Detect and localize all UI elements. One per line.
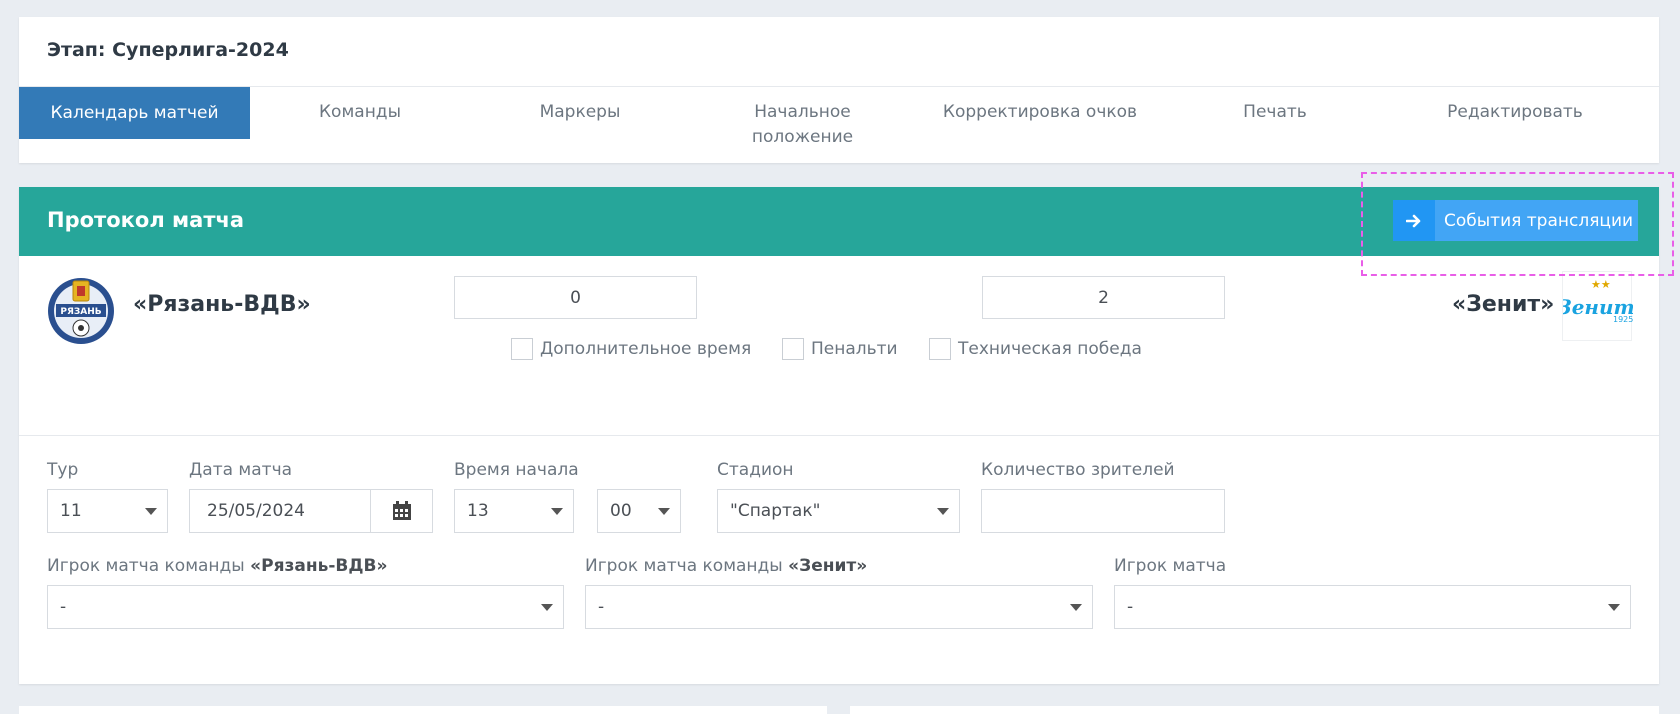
away-player-value: - [598,597,605,617]
minute-value: 00 [610,501,632,521]
divider [19,435,1659,436]
chevron-down-icon [145,508,157,515]
tab-markers[interactable]: Маркеры [470,100,690,125]
stage-tabs: Календарь матчей Команды Маркеры Начальн… [19,87,1659,163]
home-team-name: «Рязань-ВДВ» [133,292,311,317]
match-player-select[interactable]: - [1114,585,1631,629]
match-date-input[interactable] [189,489,371,533]
chevron-down-icon [551,508,563,515]
broadcast-events-button[interactable]: События трансляции [1393,200,1638,241]
round-value: 11 [60,501,82,521]
spectators-input[interactable] [981,489,1225,533]
hour-select[interactable]: 13 [454,489,574,533]
home-score-input[interactable] [454,276,697,319]
stage-title: Этап: Суперлига-2024 [47,39,289,61]
svg-text:★★: ★★ [1591,278,1611,291]
chevron-down-icon [1608,604,1620,611]
chevron-down-icon [937,508,949,515]
stage-card: Этап: Суперлига-2024 Календарь матчей Ко… [19,17,1659,163]
chevron-down-icon [1070,604,1082,611]
home-logo-text: РЯЗАНЬ [60,307,101,317]
tab-points-correction[interactable]: Корректировка очков [915,100,1165,125]
home-player-of-match-label: Игрок матча команды «Рязань-ВДВ» [47,556,388,576]
start-time-label: Время начала [454,460,579,480]
calendar-button[interactable] [370,489,433,533]
penalties-option[interactable]: Пенальти [782,338,898,360]
home-player-select[interactable]: - [47,585,564,629]
arrow-right-icon [1393,200,1435,241]
round-label: Тур [47,460,79,480]
technical-win-option[interactable]: Техническая победа [929,338,1142,360]
technical-win-checkbox[interactable] [929,338,951,360]
round-select[interactable]: 11 [47,489,168,533]
protocol-header: Протокол матча События трансляции [19,187,1659,256]
penalties-label: Пенальти [811,339,898,359]
tab-initial-position[interactable]: Начальное положение [690,100,915,150]
home-player-value: - [60,597,67,617]
calendar-icon [392,501,411,520]
stadium-select[interactable]: "Спартак" [717,489,960,533]
away-logo-year: 1925 [1613,315,1633,324]
bottom-card-left [19,706,827,714]
minute-select[interactable]: 00 [597,489,681,533]
extra-time-checkbox[interactable] [511,338,533,360]
away-player-select[interactable]: - [585,585,1093,629]
chevron-down-icon [658,508,670,515]
match-date-label: Дата матча [189,460,293,480]
technical-win-label: Техническая победа [958,339,1142,359]
away-team-name: «Зенит» [1452,292,1555,317]
spectators-label: Количество зрителей [981,460,1175,480]
match-protocol-card: Протокол матча События трансляции РЯЗАНЬ… [19,187,1659,684]
protocol-title: Протокол матча [47,208,245,232]
away-player-of-match-label: Игрок матча команды «Зенит» [585,556,868,576]
tab-print[interactable]: Печать [1165,100,1385,125]
away-score-input[interactable] [982,276,1225,319]
extra-time-option[interactable]: Дополнительное время [511,338,751,360]
chevron-down-icon [541,604,553,611]
tab-match-calendar[interactable]: Календарь матчей [19,87,250,139]
extra-time-label: Дополнительное время [540,339,752,359]
away-team-logo: ★★ Зенит 1925 [1557,271,1635,341]
broadcast-events-label: События трансляции [1444,210,1634,231]
tab-teams[interactable]: Команды [250,100,470,125]
tab-edit[interactable]: Редактировать [1385,100,1645,125]
penalties-checkbox[interactable] [782,338,804,360]
stadium-value: "Спартак" [730,501,821,521]
bottom-card-right [850,706,1659,714]
player-of-match-label: Игрок матча [1114,556,1227,576]
hour-value: 13 [467,501,489,521]
match-player-value: - [1127,597,1134,617]
stadium-label: Стадион [717,460,794,480]
home-team-logo: РЯЗАНЬ [46,276,116,346]
